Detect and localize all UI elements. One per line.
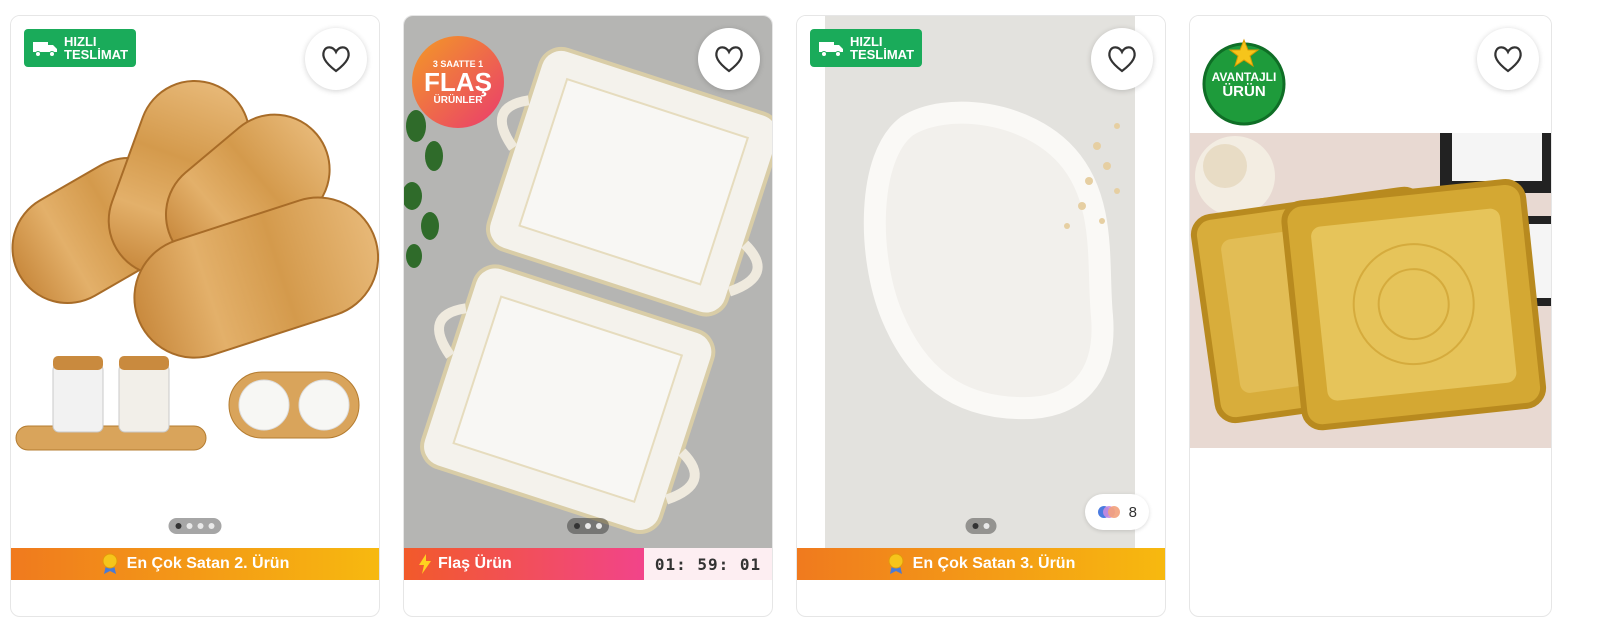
advantage-badge-line1: AVANTAJLI — [1211, 70, 1277, 84]
heart-icon — [715, 46, 743, 73]
medal-icon — [888, 553, 904, 574]
truck-icon — [33, 42, 57, 57]
product-photo-bamboo-trays — [11, 16, 379, 548]
product-card[interactable]: HIZLI TESLİMAT En Çok Satan 2. Ürün — [10, 15, 380, 617]
image-carousel-dots[interactable] — [168, 518, 222, 534]
flash-label-text: Flaş Ürün — [438, 555, 512, 572]
flash-label: Flaş Ürün — [404, 548, 644, 580]
product-card[interactable]: HIZLI TESLİMAT 8 En Çok Satan 3. Ürün — [796, 15, 1166, 617]
flash-products-badge: 3 SAATTE 1 FLAŞ ÜRÜNLER — [412, 36, 504, 128]
countdown-timer: 01: 59: 01 — [644, 548, 772, 580]
best-seller-text: En Çok Satan 3. Ürün — [912, 555, 1076, 572]
product-image[interactable]: HIZLI TESLİMAT 8 — [797, 16, 1165, 548]
color-variants-button[interactable]: 8 — [1084, 494, 1149, 530]
heart-icon — [322, 46, 350, 73]
best-seller-bar: En Çok Satan 3. Ürün — [797, 548, 1165, 580]
advantage-badge-line2: ÜRÜN — [1222, 83, 1266, 100]
flash-product-bar: Flaş Ürün 01: 59: 01 — [404, 548, 772, 580]
favorite-button[interactable] — [1091, 28, 1153, 90]
favorite-button[interactable] — [1477, 28, 1539, 90]
favorite-button[interactable] — [305, 28, 367, 90]
advantage-product-badge: AVANTAJLI ÜRÜN — [1198, 38, 1290, 126]
lightning-icon — [419, 554, 431, 574]
fast-badge-line2: TESLİMAT — [64, 47, 129, 62]
product-card[interactable]: 3 SAATTE 1 FLAŞ ÜRÜNLER Flaş Ürün 01: 59… — [403, 15, 773, 617]
truck-icon — [819, 42, 843, 57]
favorite-button[interactable] — [698, 28, 760, 90]
product-card[interactable]: AVANTAJLI ÜRÜN — [1189, 15, 1552, 617]
color-swatch-icon — [1097, 506, 1120, 518]
heart-icon — [1108, 46, 1136, 73]
best-seller-bar: En Çok Satan 2. Ürün — [11, 548, 379, 580]
best-seller-text: En Çok Satan 2. Ürün — [126, 555, 290, 572]
flash-badge-main: FLAŞ — [424, 66, 492, 97]
heart-icon — [1494, 46, 1522, 73]
medal-icon — [102, 553, 118, 574]
image-carousel-dots[interactable] — [567, 518, 609, 534]
fast-delivery-badge: HIZLI TESLİMAT — [24, 29, 137, 67]
product-image[interactable]: AVANTAJLI ÜRÜN — [1190, 16, 1551, 548]
product-image[interactable]: 3 SAATTE 1 FLAŞ ÜRÜNLER — [404, 16, 772, 548]
image-carousel-dots[interactable] — [965, 518, 997, 534]
product-photo-wavy-tray — [797, 16, 1165, 548]
fast-badge-line2: TESLİMAT — [850, 47, 915, 62]
fast-delivery-badge: HIZLI TESLİMAT — [810, 29, 923, 67]
variant-count: 8 — [1128, 503, 1137, 521]
flash-badge-bottom: ÜRÜNLER — [433, 94, 483, 106]
product-image[interactable]: HIZLI TESLİMAT — [11, 16, 379, 548]
